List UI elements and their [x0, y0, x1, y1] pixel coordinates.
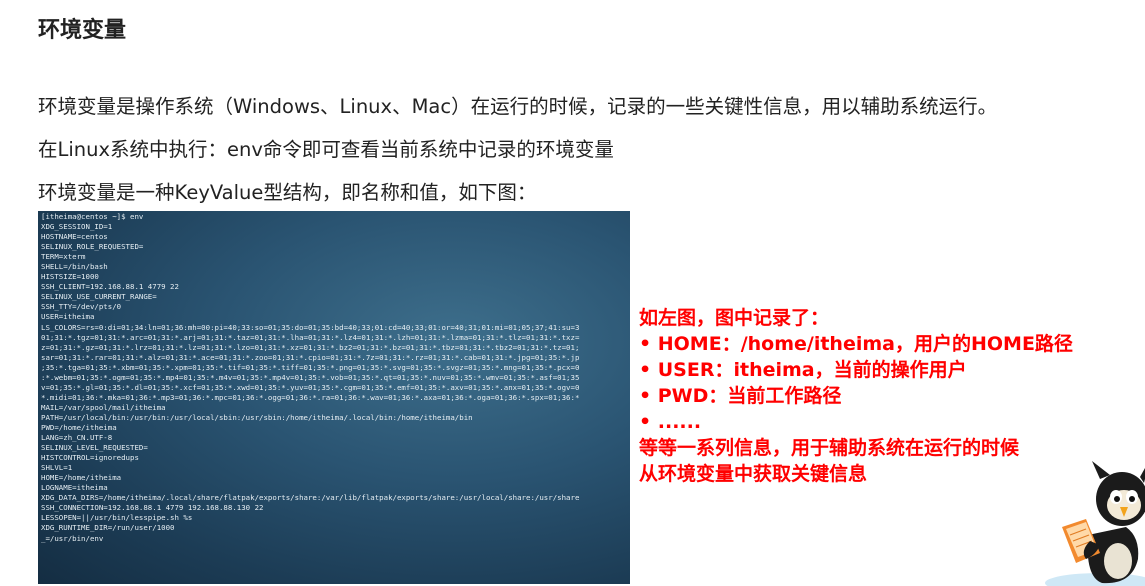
terminal-line: *.midi=01;36:*.mka=01;36:*.mp3=01;36:*.m…: [41, 392, 580, 402]
terminal-line: HISTCONTROL=ignoredups: [41, 453, 139, 463]
terminal-line: HOME=/home/itheima: [41, 473, 122, 483]
note-line: • ......: [639, 411, 702, 433]
terminal-line: MAIL=/var/spool/mail/itheima: [41, 402, 166, 412]
terminal-line: SHLVL=1: [41, 463, 73, 473]
terminal-line: SSH_TTY=/dev/pts/0: [41, 302, 122, 312]
terminal-line: PWD=/home/itheima: [41, 422, 117, 432]
note-line: • HOME：/home/itheima，用户的HOME路径: [639, 333, 1073, 355]
env-command-paragraph: 在Linux系统中执行：env命令即可查看当前系统中记录的环境变量: [38, 138, 614, 161]
terminal-output: [itheima@centos ~]$ env XDG_SESSION_ID=1 H…: [41, 212, 579, 544]
terminal-line: :*.webm=01;35:*.ogm=01;35:*.mp4=01;35:*.…: [41, 372, 580, 382]
terminal-line: z=01;31:*.gz=01;31:*.lrz=01;31:*.lz=01;3…: [41, 342, 580, 352]
terminal-line: USER=itheima: [41, 312, 95, 322]
intro-paragraph: 环境变量是操作系统（Windows、Linux、Mac）在运行的时候，记录的一些…: [38, 95, 998, 118]
terminal-line: [itheima@centos ~]$ env: [41, 212, 144, 221]
terminal-line: sar=01;31:*.rar=01;31:*.alz=01;31:*.ace=…: [41, 352, 580, 362]
terminal-line: HISTSIZE=1000: [41, 272, 99, 282]
terminal-line: TERM=xterm: [41, 252, 86, 262]
terminal-line: LS_COLORS=rs=0:di=01;34:ln=01;36:mh=00:p…: [41, 322, 580, 332]
terminal-line: _=/usr/bin/env: [41, 533, 104, 543]
terminal-line: XDG_DATA_DIRS=/home/itheima/.local/share…: [41, 493, 580, 503]
terminal-line: ;35:*.tga=01;35:*.xbm=01;35:*.xpm=01;35:…: [41, 362, 580, 372]
keyvalue-paragraph: 环境变量是一种KeyValue型结构，即名称和值，如下图：: [38, 181, 537, 204]
note-line: 等等一系列信息，用于辅助系统在运行的时候: [639, 437, 1020, 459]
terminal-line: LESSOPEN=||/usr/bin/lesspipe.sh %s: [41, 513, 193, 523]
terminal-line: PATH=/usr/local/bin:/usr/bin:/usr/local/…: [41, 412, 473, 422]
terminal-line: XDG_RUNTIME_DIR=/run/user/1000: [41, 523, 175, 533]
terminal-line: v=01;35:*.gl=01;35:*.dl=01;35:*.xcf=01;3…: [41, 382, 580, 392]
terminal-line: SELINUX_USE_CURRENT_RANGE=: [41, 292, 157, 302]
terminal-line: LANG=zh_CN.UTF-8: [41, 433, 113, 443]
terminal-screenshot: [itheima@centos ~]$ env XDG_SESSION_ID=1 H…: [38, 211, 630, 584]
terminal-line: 01;31:*.tgz=01;31:*.arc=01;31:*.arj=01;3…: [41, 332, 580, 342]
terminal-line: SELINUX_ROLE_REQUESTED=: [41, 242, 144, 252]
terminal-line: HOSTNAME=centos: [41, 232, 108, 242]
note-line: 如左图，图中记录了：: [639, 307, 830, 329]
terminal-line: SSH_CONNECTION=192.168.88.1 4779 192.168…: [41, 503, 264, 513]
terminal-line: LOGNAME=itheima: [41, 483, 108, 493]
note-line: • USER：itheima，当前的操作用户: [639, 359, 967, 381]
terminal-line: SSH_CLIENT=192.168.88.1 4779 22: [41, 282, 179, 292]
page-title: 环境变量: [38, 18, 127, 43]
note-line: • PWD：当前工作路径: [639, 385, 842, 407]
note-line: 从环境变量中获取关键信息: [639, 463, 868, 485]
reading-mascot-icon: [1045, 461, 1145, 586]
annotation-notes: 如左图，图中记录了： • HOME：/home/itheima，用户的HOME路径…: [639, 305, 1073, 487]
terminal-line: SELINUX_LEVEL_REQUESTED=: [41, 443, 148, 453]
terminal-line: XDG_SESSION_ID=1: [41, 222, 113, 232]
terminal-line: SHELL=/bin/bash: [41, 262, 108, 272]
